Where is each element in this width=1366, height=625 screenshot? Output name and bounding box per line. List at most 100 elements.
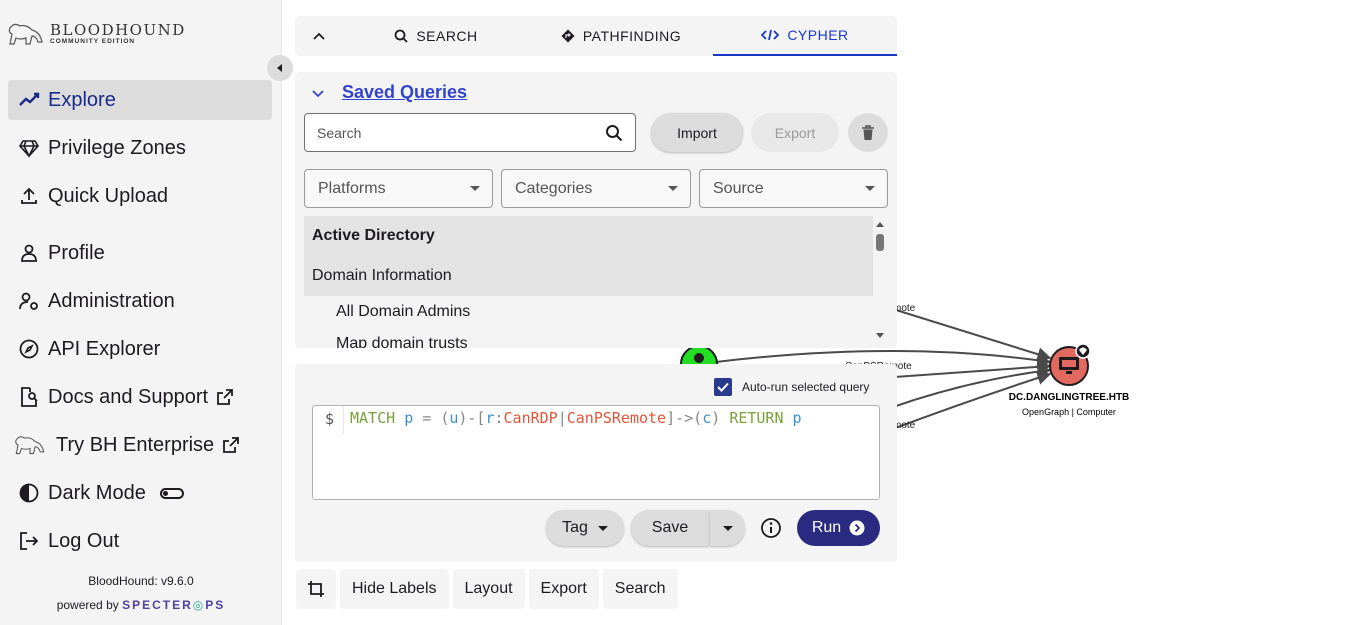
source-select[interactable]: Source [699,169,888,208]
logo-glyph: ◎ [192,598,206,612]
auto-run-checkbox[interactable]: Auto-run selected query [714,378,869,396]
bloodhound-logo[interactable]: BLOODHOUND COMMUNITY EDITION [8,20,186,48]
chevron-down-icon[interactable] [311,86,325,104]
platforms-select[interactable]: Platforms [304,169,493,208]
saved-queries-search-input[interactable] [317,124,605,141]
nav-administration-label: Administration [48,289,175,312]
version-label: BloodHound: v9.6.0 [88,574,194,588]
company-name-end: PS [205,598,226,612]
nav-dark-mode[interactable]: Dark Mode [8,473,272,513]
caret-down-icon [597,525,608,531]
external-link-icon [216,388,234,406]
caret-down-icon [865,186,875,191]
info-button[interactable] [756,510,786,546]
powered-by-text: powered by [56,598,119,612]
cypher-query-editor[interactable]: $ MATCH p = (u)-[r:CanRDP|CanPSRemote]->… [312,405,880,500]
run-button-label: Run [811,519,842,536]
nav-dark-mode-label: Dark Mode [48,481,146,504]
caret-down-icon [722,525,733,531]
list-item[interactable]: All Domain Admins [304,296,873,328]
tab-search-label: SEARCH [416,28,478,44]
editor-prompt: $ [325,410,335,428]
brand-edition: COMMUNITY EDITION [50,37,136,45]
trend-line-icon [18,89,40,111]
list-group-header[interactable]: Active Directory [304,216,873,256]
nav-quick-upload-label: Quick Upload [48,184,169,207]
specterops-logo: SPECTER◎PS [122,598,225,612]
company-name: SPECTER [122,598,193,612]
nav-log-out-label: Log Out [48,529,120,552]
hound-icon [12,434,48,456]
crop-icon [308,581,324,597]
import-button[interactable]: Import [651,113,743,152]
tab-cypher[interactable]: CYPHER [713,16,897,56]
nav-profile[interactable]: Profile [8,233,272,273]
gem-icon [18,137,40,159]
list-subgroup-header[interactable]: Domain Information [304,256,873,296]
computer-icon [1059,357,1079,370]
nav-administration[interactable]: Administration [8,281,272,321]
target-node[interactable] [1049,343,1091,386]
doc-search-icon [18,386,40,408]
search-graph-button[interactable]: Search [602,569,678,609]
crop-button[interactable] [296,569,336,609]
save-options-button[interactable] [710,510,745,546]
cypher-query-text: MATCH p = (u)-[r:CanRDP|CanPSRemote]->(c… [350,409,802,427]
tag-button-label: Tag [562,519,588,536]
nav-profile-label: Profile [48,241,105,264]
tab-pathfinding[interactable]: PATHFINDING [529,16,713,56]
tab-search[interactable]: SEARCH [343,16,529,56]
nav-privilege-zones-label: Privilege Zones [48,136,186,159]
play-circle-icon [849,520,865,536]
export-queries-button[interactable]: Export [751,113,839,152]
list-scrollbar[interactable] [873,216,887,344]
saved-queries-title[interactable]: Saved Queries [342,82,467,103]
nav-api-explorer[interactable]: API Explorer [8,329,272,369]
saved-queries-panel: Saved Queries Import Export Platforms Ca… [295,72,897,348]
external-link-icon [222,436,240,454]
auto-run-label: Auto-run selected query [742,380,870,394]
hound-icon [8,23,43,45]
run-button[interactable]: Run [797,510,880,546]
nav-quick-upload[interactable]: Quick Upload [8,176,272,216]
saved-queries-search[interactable] [304,113,636,152]
collapse-panel-button[interactable] [295,16,343,56]
tag-button[interactable]: Tag [546,510,624,546]
collapse-sidebar-button[interactable] [267,55,293,81]
trash-icon [862,124,874,140]
source-select-value: Source [713,179,764,197]
graph-edge[interactable] [889,364,1052,409]
sidebar: BLOODHOUND COMMUNITY EDITION Explore Pri… [0,0,282,625]
delete-button[interactable] [848,113,888,152]
dark-mode-toggle[interactable] [159,487,184,499]
nav-explore-label: Explore [48,88,116,111]
nav-log-out[interactable]: Log Out [8,521,272,561]
graph-edge[interactable] [879,304,1052,361]
cypher-editor-panel: Auto-run selected query $ MATCH p = (u)-… [295,364,897,562]
graph-edge[interactable] [715,350,1052,368]
export-graph-button[interactable]: Export [528,569,599,609]
person-icon [18,242,40,264]
tab-cypher-label: CYPHER [787,27,849,43]
nav-explore[interactable]: Explore [8,80,272,120]
categories-select[interactable]: Categories [501,169,691,208]
graph-edge[interactable] [879,359,1052,379]
nav-privilege-zones[interactable]: Privilege Zones [8,128,272,168]
categories-select-value: Categories [515,179,593,197]
compass-icon [18,338,40,360]
graph-toolbar: Hide Labels Layout Export Search [296,569,678,609]
admin-settings-icon [18,290,40,312]
nav-docs-label: Docs and Support [48,385,209,408]
graph-edge[interactable] [889,371,1052,431]
caret-down-icon [668,186,678,191]
list-item[interactable]: Map domain trusts [304,328,873,348]
powered-by[interactable]: powered by SPECTER◎PS [0,598,282,612]
brand-name: BLOODHOUND [50,20,186,39]
nav-try-bh-enterprise[interactable]: Try BH Enterprise [8,425,272,465]
nav-docs-and-support[interactable]: Docs and Support [8,377,272,417]
layout-button[interactable]: Layout [452,569,525,609]
hide-labels-button[interactable]: Hide Labels [340,569,449,609]
save-button[interactable]: Save [631,510,709,546]
nav-api-explorer-label: API Explorer [48,337,161,360]
caret-left-icon [277,64,282,72]
